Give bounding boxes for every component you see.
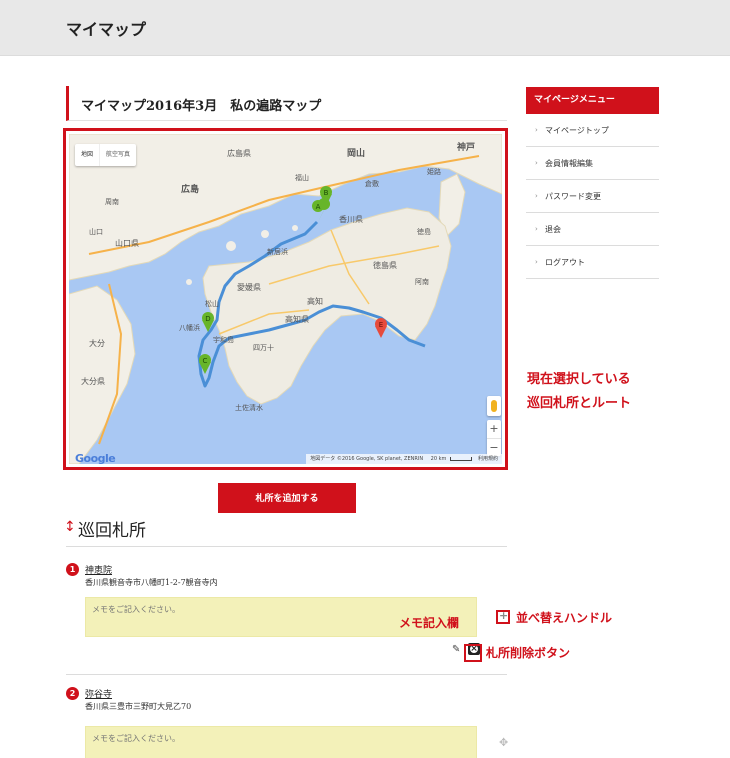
- zoom-control: + −: [487, 420, 501, 456]
- drag-handle-icon: [496, 609, 510, 624]
- sidebar-item-label: 会員情報編集: [545, 159, 593, 168]
- sidebar-item-label: 退会: [545, 225, 561, 234]
- svg-text:香川県: 香川県: [339, 214, 363, 224]
- chevron-right-icon: ›: [535, 225, 538, 233]
- add-temple-button[interactable]: 札所を追加する: [218, 483, 356, 513]
- svg-text:愛媛県: 愛媛県: [237, 282, 261, 292]
- map-type-roadmap[interactable]: 地図: [75, 144, 99, 166]
- scale-label: 20 km: [430, 456, 447, 462]
- svg-text:神戸: 神戸: [457, 141, 475, 153]
- svg-text:B: B: [324, 189, 329, 197]
- pencil-icon[interactable]: ✎: [452, 644, 460, 655]
- temple-name-link[interactable]: 弥谷寺: [85, 687, 112, 700]
- sidebar-item-logout[interactable]: › ログアウト: [526, 246, 659, 279]
- section-title: 巡回札所: [78, 521, 146, 541]
- divider: [66, 674, 507, 675]
- sidebar-item-label: マイページトップ: [545, 126, 609, 135]
- map-canvas[interactable]: A B C D E 広島県 岡山 神戸 広島 山口 山口県 香川県 徳島県 愛媛…: [69, 134, 502, 464]
- svg-text:八幡浜: 八幡浜: [179, 323, 200, 332]
- route-map[interactable]: A B C D E 広島県 岡山 神戸 広島 山口 山口県 香川県 徳島県 愛媛…: [69, 134, 502, 464]
- sidebar-item-label: ログアウト: [545, 258, 585, 267]
- updown-arrow-icon: ↕: [64, 519, 76, 535]
- google-logo: Google: [75, 452, 116, 464]
- street-view-pegman-icon[interactable]: [487, 396, 501, 416]
- svg-text:C: C: [203, 357, 208, 365]
- sidebar-item-withdraw[interactable]: › 退会: [526, 213, 659, 246]
- app-title: マイマップ: [66, 20, 147, 39]
- sidebar-menu: › マイページトップ › 会員情報編集 › パスワード変更 › 退会 › ログアウト: [526, 114, 659, 279]
- svg-text:新居浜: 新居浜: [267, 247, 288, 256]
- drag-handle-icon[interactable]: ✥: [499, 736, 508, 749]
- svg-text:広島県: 広島県: [227, 148, 251, 158]
- svg-text:広島: 広島: [181, 183, 199, 195]
- divider: [66, 546, 507, 547]
- terms-link[interactable]: 利用規約: [478, 456, 498, 462]
- top-bar: マイマップ: [0, 0, 730, 56]
- handle-callout: 並べ替えハンドル: [496, 609, 612, 626]
- svg-text:姫路: 姫路: [427, 167, 441, 176]
- map-type-satellite[interactable]: 航空写真: [99, 144, 136, 166]
- temple-list-item: 2 弥谷寺 香川県三豊市三野町大見乙70 ✥: [66, 687, 508, 758]
- selected-route-highlight: A B C D E 広島県 岡山 神戸 広島 山口 山口県 香川県 徳島県 愛媛…: [63, 128, 508, 470]
- chevron-right-icon: ›: [535, 192, 538, 200]
- svg-text:土佐清水: 土佐清水: [235, 403, 263, 412]
- svg-text:岡山: 岡山: [347, 147, 365, 159]
- svg-text:阿南: 阿南: [415, 277, 429, 286]
- svg-text:大分県: 大分県: [81, 376, 105, 386]
- svg-text:高知: 高知: [307, 296, 323, 306]
- map-type-control: 地図 航空写真: [75, 144, 137, 166]
- svg-text:山口県: 山口県: [115, 238, 139, 248]
- svg-text:倉敷: 倉敷: [365, 179, 379, 188]
- chevron-right-icon: ›: [535, 126, 538, 134]
- item-number-badge: 1: [66, 563, 79, 576]
- svg-text:E: E: [379, 321, 383, 329]
- memo-callout: メモ記入欄: [399, 616, 460, 630]
- route-callout-line1: 現在選択している: [527, 372, 631, 387]
- svg-text:周南: 周南: [105, 197, 119, 206]
- page-heading: マイマップ2016年3月 私の遍路マップ: [66, 86, 507, 121]
- svg-text:松山: 松山: [205, 299, 219, 308]
- sidebar-item-mypage-top[interactable]: › マイページトップ: [526, 114, 659, 147]
- svg-text:福山: 福山: [295, 173, 309, 182]
- scale-bar: [450, 456, 473, 461]
- temple-name-link[interactable]: 神恵院: [85, 563, 112, 576]
- svg-text:高知県: 高知県: [285, 314, 309, 324]
- sidebar-heading: マイページメニュー: [526, 87, 659, 114]
- sidebar-item-profile-edit[interactable]: › 会員情報編集: [526, 147, 659, 180]
- chevron-right-icon: ›: [535, 159, 538, 167]
- temple-address: 香川県観音寺市八幡町1-2-7観音寺内: [85, 578, 218, 587]
- svg-text:D: D: [205, 315, 210, 323]
- sidebar-item-password[interactable]: › パスワード変更: [526, 180, 659, 213]
- zoom-in-button[interactable]: +: [487, 420, 501, 438]
- svg-text:山口: 山口: [89, 227, 103, 236]
- page-title: マイマップ2016年3月 私の遍路マップ: [81, 99, 322, 114]
- svg-text:A: A: [316, 203, 321, 211]
- item-number-badge: 2: [66, 687, 79, 700]
- svg-text:徳島県: 徳島県: [373, 260, 397, 270]
- map-attribution: 地図データ ©2016 Google, SK planet, ZENRIN 20…: [306, 454, 502, 464]
- route-callout-line2: 巡回札所とルート: [527, 396, 632, 411]
- route-callout: 現在選択している 巡回札所とルート: [527, 368, 631, 416]
- delete-button-highlight: [464, 644, 482, 662]
- svg-text:大分: 大分: [89, 338, 105, 348]
- map-data-credit: 地図データ ©2016 Google, SK planet, ZENRIN: [310, 456, 424, 462]
- svg-text:四万十: 四万十: [253, 343, 274, 352]
- svg-text:宇和島: 宇和島: [213, 335, 234, 344]
- temple-address: 香川県三豊市三野町大見乙70: [85, 702, 192, 711]
- chevron-right-icon: ›: [535, 258, 538, 266]
- memo-field[interactable]: [85, 726, 477, 758]
- sidebar-item-label: パスワード変更: [545, 192, 601, 201]
- handle-callout-label: 並べ替えハンドル: [516, 611, 613, 625]
- svg-text:徳島: 徳島: [417, 227, 431, 236]
- delete-callout: 札所削除ボタン: [486, 646, 571, 660]
